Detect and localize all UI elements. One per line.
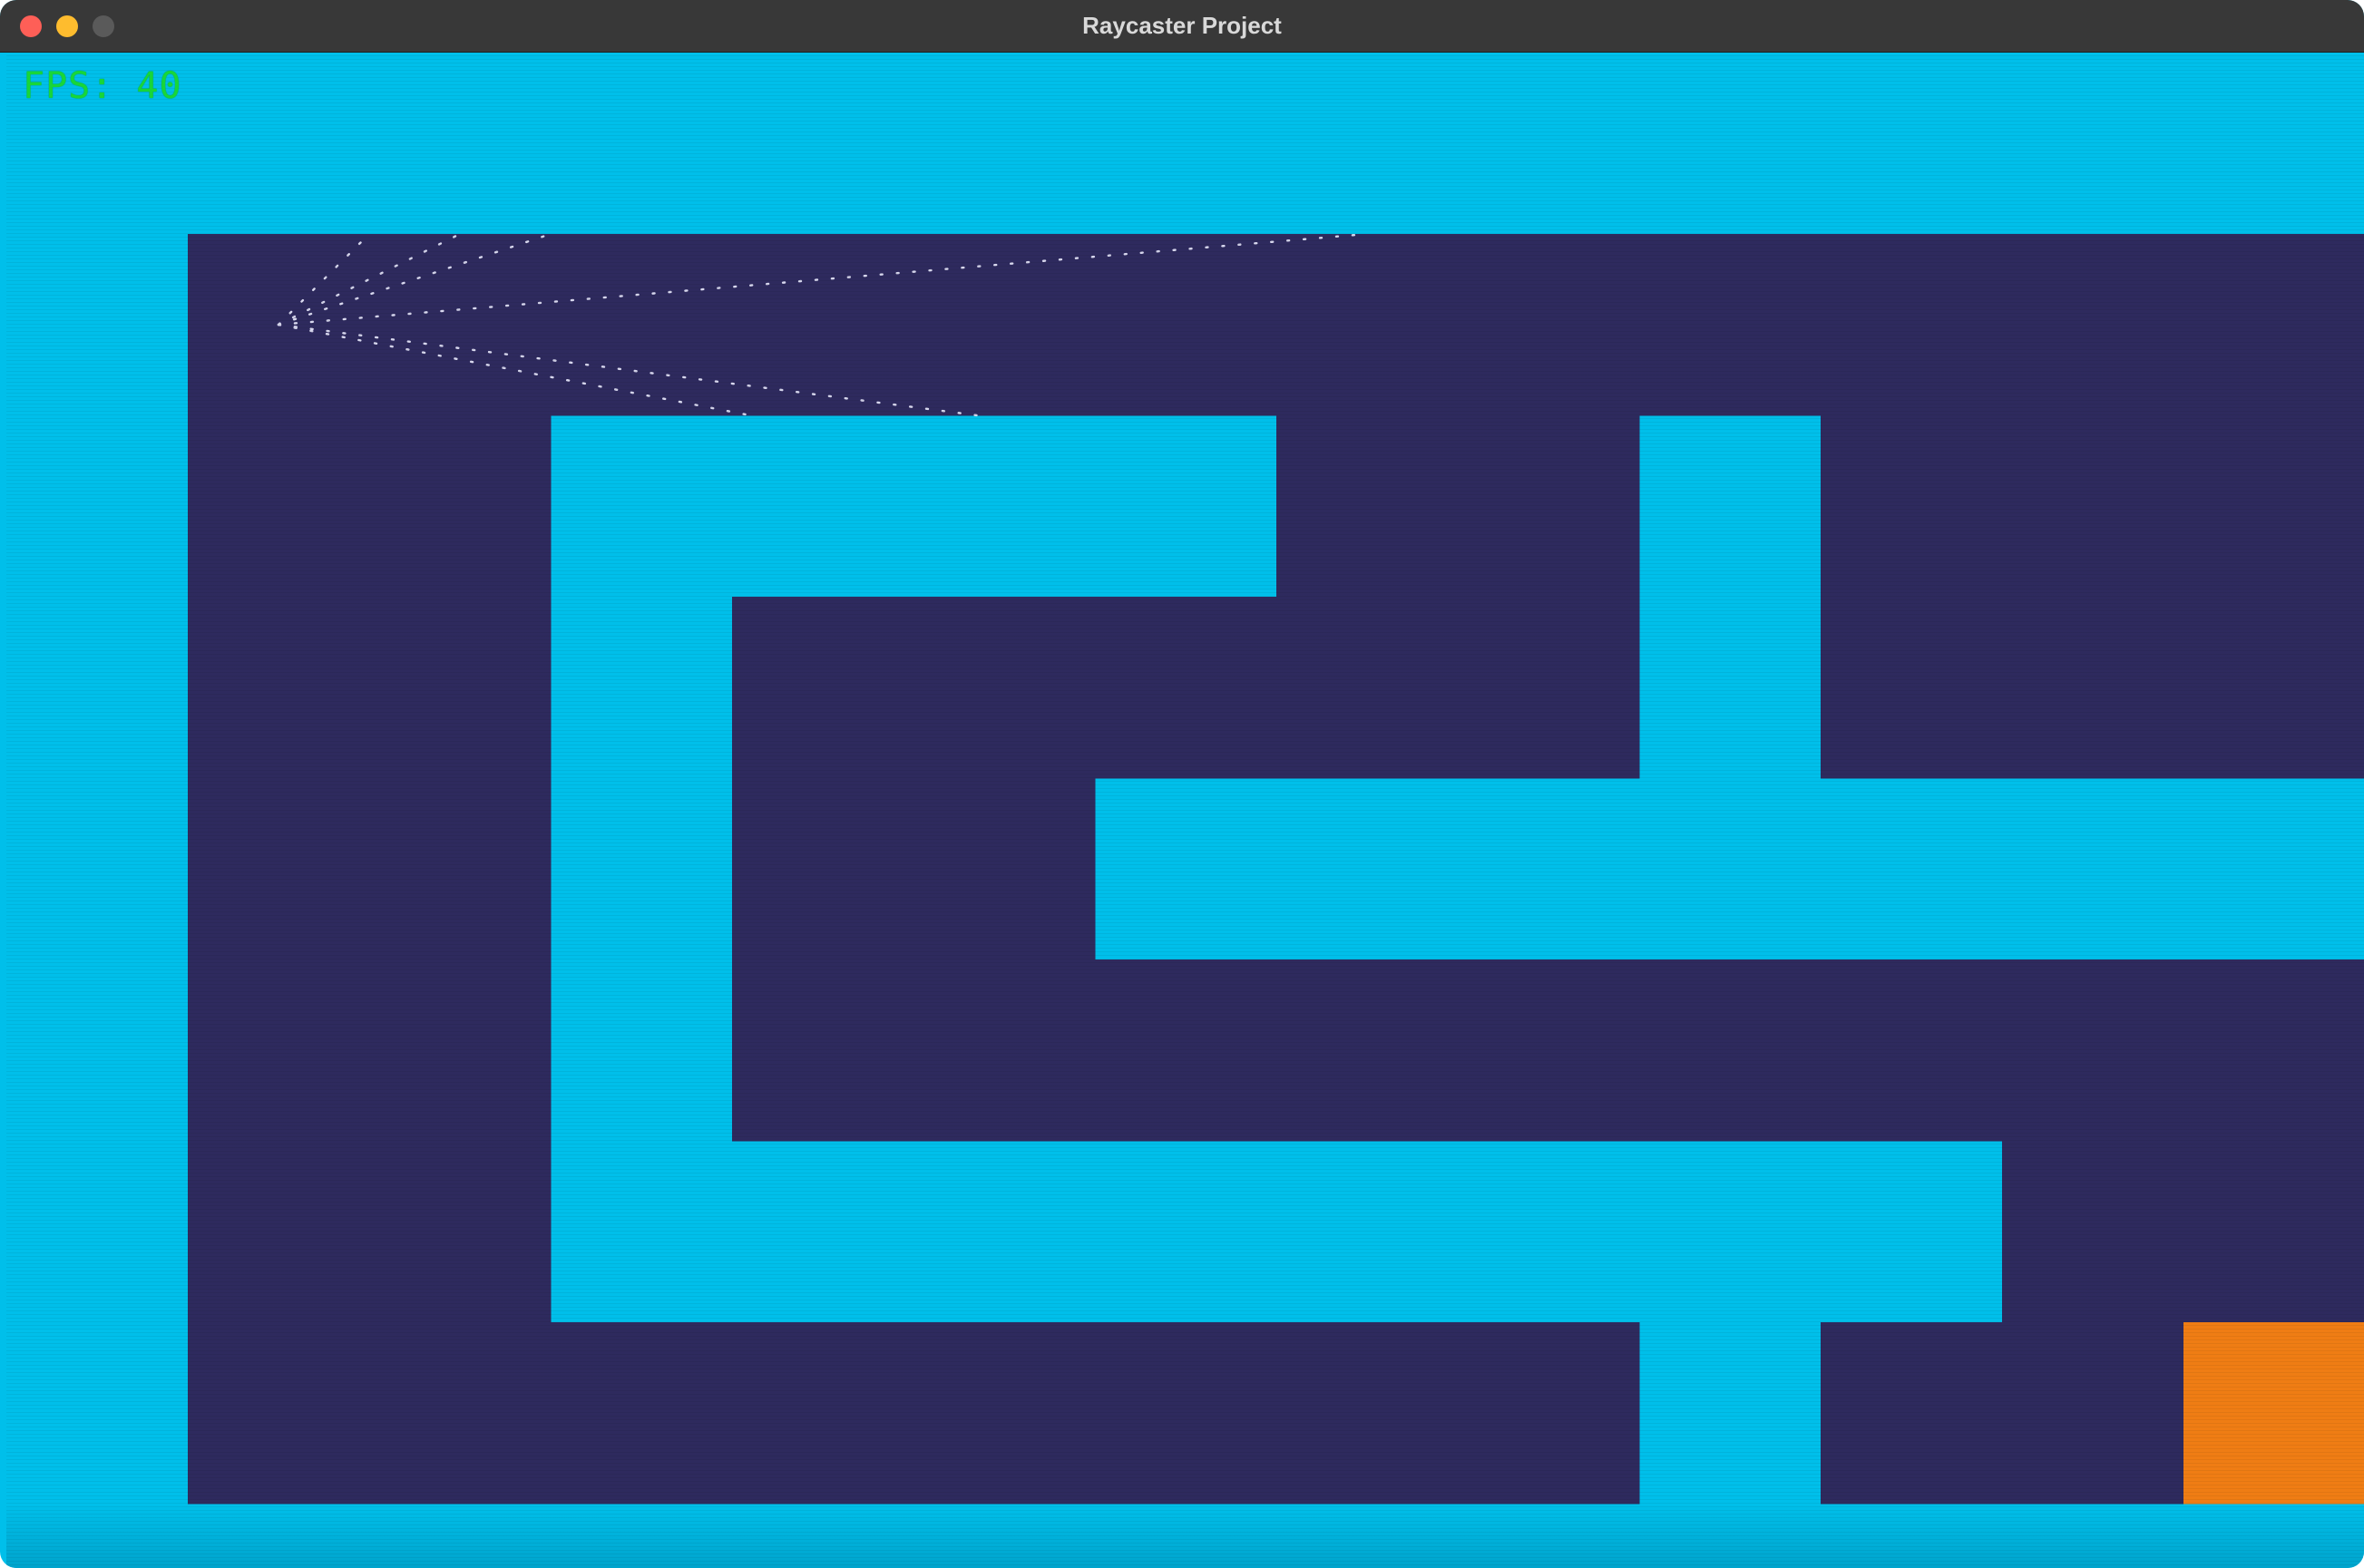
floor-tile bbox=[732, 1322, 914, 1505]
floor-tile bbox=[732, 778, 914, 960]
floor-tile bbox=[1639, 959, 1822, 1142]
floor-tile bbox=[1095, 234, 1277, 416]
floor-tile bbox=[2183, 234, 2364, 416]
floor-tile bbox=[2002, 959, 2184, 1142]
floor-tile bbox=[1276, 959, 1459, 1142]
floor-tile bbox=[1095, 597, 1277, 779]
floor-tile bbox=[2183, 959, 2364, 1142]
floor-tile bbox=[1276, 597, 1459, 779]
goal-tile bbox=[2183, 1322, 2364, 1505]
floor-tile bbox=[1095, 959, 1277, 1142]
floor-tile bbox=[2002, 1141, 2184, 1323]
window-title: Raycaster Project bbox=[1082, 12, 1282, 39]
floor-tile bbox=[913, 597, 1096, 779]
floor-tile bbox=[2183, 415, 2364, 598]
floor-tile bbox=[1821, 415, 2003, 598]
floor-tile bbox=[1095, 1322, 1277, 1505]
floor-tile bbox=[1821, 1322, 2003, 1505]
floor-tile bbox=[2002, 1322, 2184, 1505]
floor-tile bbox=[2002, 597, 2184, 779]
floor-tile bbox=[2183, 1141, 2364, 1323]
floor-tile bbox=[369, 1322, 552, 1505]
floor-tile bbox=[188, 959, 370, 1142]
floor-tile bbox=[913, 234, 1096, 416]
floor-tile bbox=[188, 1322, 370, 1505]
floor-tile bbox=[732, 597, 914, 779]
floor-tile bbox=[369, 1141, 552, 1323]
floor-tile bbox=[369, 415, 552, 598]
floor-tile bbox=[551, 1322, 733, 1505]
maze-map bbox=[188, 232, 2364, 1505]
floor-tile bbox=[913, 959, 1096, 1142]
floor-tile bbox=[369, 234, 552, 416]
floor-tile bbox=[369, 778, 552, 960]
floor-tile bbox=[2002, 234, 2184, 416]
floor-tile bbox=[732, 959, 914, 1142]
floor-tile bbox=[188, 597, 370, 779]
floor-tile bbox=[1458, 1322, 1640, 1505]
app-window: Raycaster Project FPS: 40 bbox=[0, 0, 2364, 1568]
floor-tile bbox=[188, 1141, 370, 1323]
floor-tile bbox=[1458, 415, 1640, 598]
title-bar[interactable]: Raycaster Project bbox=[0, 0, 2364, 53]
floor-tile bbox=[913, 778, 1096, 960]
floor-tile bbox=[1821, 234, 2003, 416]
floor-tile bbox=[188, 778, 370, 960]
floor-tile bbox=[188, 415, 370, 598]
floor-tile bbox=[1276, 234, 1459, 416]
floor-tile bbox=[1821, 959, 2003, 1142]
floor-tile bbox=[1458, 597, 1640, 779]
floor-tile bbox=[369, 959, 552, 1142]
floor-tile bbox=[2002, 415, 2184, 598]
floor-tile bbox=[1276, 1322, 1459, 1505]
floor-tile bbox=[1276, 415, 1459, 598]
floor-tile bbox=[2183, 597, 2364, 779]
floor-tile bbox=[369, 597, 552, 779]
floor-tile bbox=[551, 234, 733, 416]
floor-tile bbox=[1639, 234, 1822, 416]
floor-tile bbox=[1458, 234, 1640, 416]
fps-counter: FPS: 40 bbox=[23, 65, 182, 107]
floor-tile bbox=[732, 234, 914, 416]
floor-tile bbox=[913, 1322, 1096, 1505]
floor-tile bbox=[1458, 959, 1640, 1142]
game-viewport[interactable]: FPS: 40 bbox=[6, 53, 2364, 1568]
floor-tile bbox=[1821, 597, 2003, 779]
